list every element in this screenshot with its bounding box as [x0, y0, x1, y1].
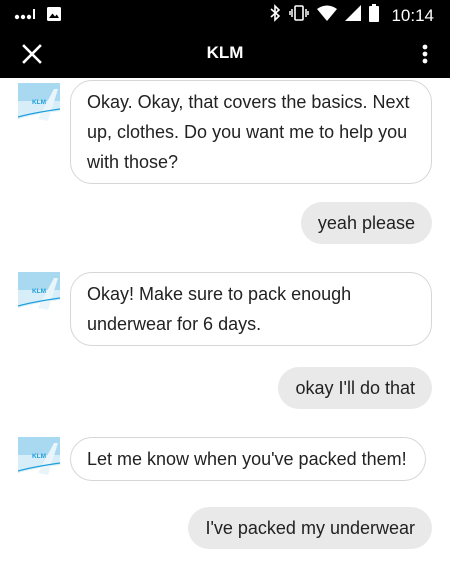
signal-dots-icon	[14, 7, 36, 26]
klm-logo-text: KLM	[32, 288, 46, 295]
app-bar: KLM	[0, 30, 450, 78]
bot-message: Okay. Okay, that covers the basics. Next…	[70, 80, 432, 184]
bot-avatar: KLM	[18, 272, 60, 316]
message-line: Okay! Make sure to pack enough	[87, 284, 352, 304]
wifi-icon	[317, 5, 338, 26]
page-title: KLM	[206, 43, 244, 62]
vibrate-icon	[289, 4, 310, 27]
bluetooth-icon	[269, 4, 281, 27]
message-line: Let me know when you've packed them!	[87, 449, 407, 469]
klm-logo-text: KLM	[32, 99, 46, 106]
user-message: okay I'll do that	[278, 367, 432, 409]
bot-message: Okay! Make sure to pack enough underwear…	[70, 272, 432, 346]
cell-signal-icon	[345, 5, 362, 26]
status-bar: 10:14	[0, 0, 450, 30]
message-line: underwear for 6 days.	[87, 314, 262, 334]
status-time: 10:14	[391, 5, 434, 25]
user-message: yeah please	[300, 202, 432, 244]
message-line: up, clothes. Do you want me to help you	[87, 122, 408, 142]
klm-logo-text: KLM	[32, 453, 46, 460]
bot-avatar: KLM	[18, 83, 60, 127]
image-icon	[46, 6, 62, 27]
battery-icon	[369, 4, 380, 27]
more-vert-icon[interactable]	[420, 40, 430, 68]
bot-avatar: KLM	[18, 437, 60, 481]
message-line: Okay. Okay, that covers the basics. Next	[87, 92, 410, 112]
message-line: with those?	[87, 152, 179, 172]
user-message: I've packed my underwear	[188, 507, 432, 549]
bot-message: Let me know when you've packed them!	[70, 437, 426, 481]
chat-area[interactable]: KLM Okay. Okay, that covers the basics. …	[0, 78, 450, 562]
